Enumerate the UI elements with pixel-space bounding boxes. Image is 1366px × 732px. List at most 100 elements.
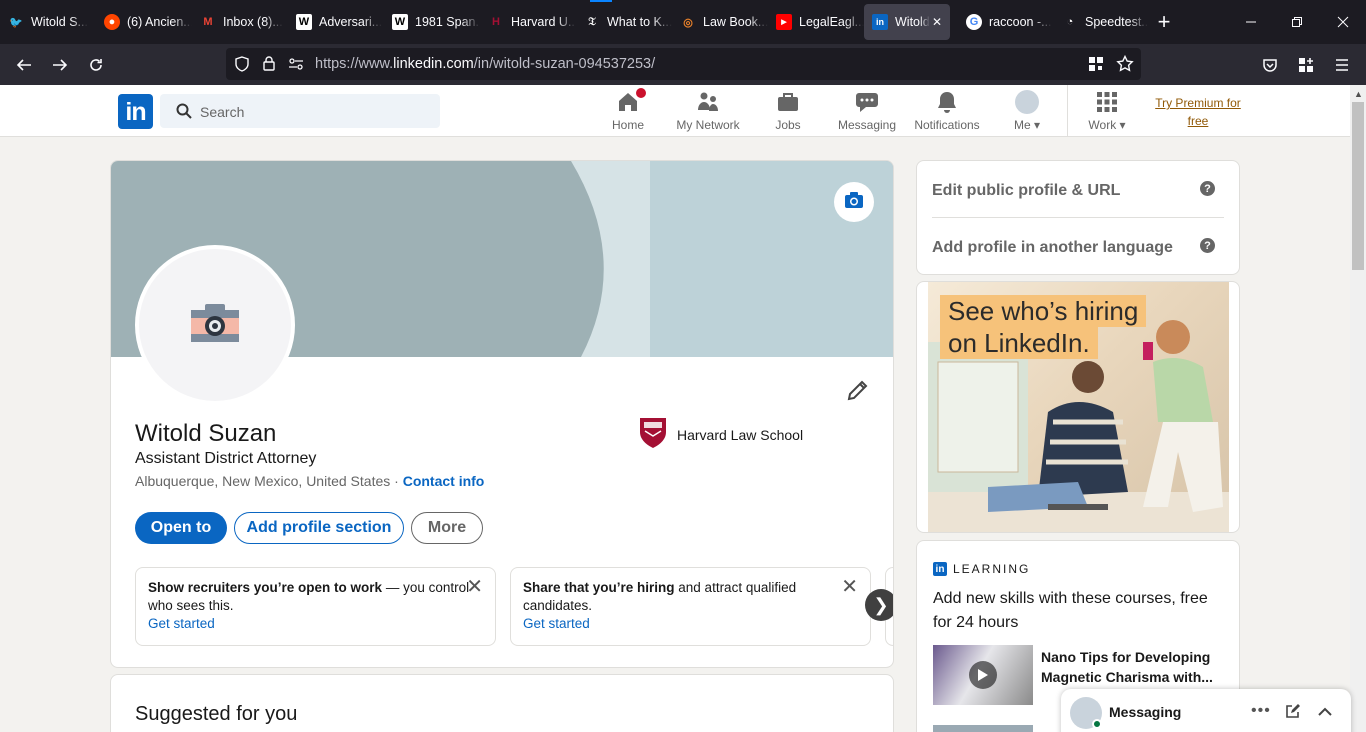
tab-title: Speedtest... — [1085, 15, 1148, 29]
try-premium-link[interactable]: Try Premium for free — [1150, 94, 1246, 130]
google-icon: G — [966, 14, 982, 30]
search-input[interactable]: Search — [160, 94, 440, 128]
search-icon — [176, 103, 192, 124]
back-button[interactable] — [11, 52, 37, 78]
reload-button[interactable] — [83, 52, 109, 78]
speedtest-icon: ◔ — [1066, 16, 1074, 28]
qr-code-icon[interactable] — [1088, 56, 1104, 77]
edit-banner-camera-button[interactable] — [834, 182, 874, 222]
divider — [932, 217, 1224, 218]
nav-notifications[interactable]: Notifications — [912, 90, 982, 132]
compose-icon[interactable] — [1285, 703, 1301, 724]
messaging-widget[interactable]: Messaging ••• — [1061, 689, 1351, 732]
new-tab-button[interactable]: + — [1152, 9, 1176, 34]
close-tab-icon[interactable]: ✕ — [932, 15, 942, 29]
close-icon[interactable]: ✕ — [841, 577, 858, 597]
add-language-profile-link[interactable]: Add profile in another language — [932, 239, 1173, 257]
course-title-link[interactable]: Nano Tips for Developing Magnetic Charis… — [1041, 647, 1221, 687]
more-button[interactable]: More — [411, 512, 483, 544]
harvard-icon: H — [492, 16, 500, 28]
profile-location-line: Albuquerque, New Mexico, United States ·… — [135, 473, 484, 489]
network-icon — [696, 90, 720, 114]
get-started-link[interactable]: Get started — [148, 615, 483, 633]
close-window-button[interactable] — [1320, 0, 1366, 44]
nav-network-label: My Network — [676, 118, 740, 132]
open-to-work-promo: Show recruiters you’re open to work — yo… — [135, 567, 496, 646]
browser-tab[interactable]: Graccoon -... — [966, 0, 1054, 44]
edit-profile-pencil-icon[interactable] — [845, 377, 871, 403]
linkedin-icon: in — [872, 14, 888, 30]
browser-tab[interactable]: ● (6) Ancien... — [104, 0, 192, 44]
course-thumbnail[interactable] — [933, 725, 1033, 732]
browser-tab[interactable]: W Adversari... — [296, 0, 384, 44]
browser-tab[interactable]: M Inbox (8)... — [200, 0, 288, 44]
nav-home-label: Home — [611, 118, 644, 132]
nav-me-label: Me ▾ — [1013, 118, 1041, 132]
pocket-icon[interactable] — [1257, 52, 1283, 78]
course-thumbnail[interactable] — [933, 645, 1033, 705]
extensions-icon[interactable] — [1293, 52, 1319, 78]
add-profile-section-button[interactable]: Add profile section — [234, 512, 404, 544]
menu-icon[interactable] — [1329, 52, 1355, 78]
nav-messaging[interactable]: Messaging — [834, 90, 900, 132]
tab-title: What to K... — [607, 15, 672, 29]
contact-info-link[interactable]: Contact info — [403, 473, 485, 489]
grid-icon — [1095, 90, 1119, 114]
advertisement-card[interactable]: See who’s hiring on LinkedIn. — [916, 281, 1240, 533]
linkedin-logo[interactable]: in — [118, 94, 153, 129]
promo-headline: Share that you’re hiring — [523, 580, 675, 595]
browser-tab[interactable]: 🐦 Witold S... — [8, 0, 96, 44]
chevron-down-icon: ▾ — [1119, 118, 1126, 132]
wikipedia-icon: W — [392, 14, 408, 30]
scrollbar-thumb[interactable] — [1352, 102, 1364, 270]
url-text[interactable]: https://www.linkedin.com/in/witold-suzan… — [315, 56, 655, 72]
separator-dot: · — [390, 473, 403, 489]
avatar — [1015, 90, 1039, 114]
nav-home[interactable]: Home — [611, 86, 648, 132]
minimize-button[interactable] — [1228, 0, 1274, 44]
messaging-label: Messaging — [1109, 704, 1182, 720]
harvard-shield-icon — [639, 417, 667, 452]
help-icon[interactable]: ? — [1200, 238, 1215, 253]
shield-icon[interactable] — [234, 56, 250, 77]
nav-notifications-label: Notifications — [914, 118, 980, 132]
nav-jobs-label: Jobs — [775, 118, 801, 132]
twitter-icon: 🐦 — [9, 16, 23, 29]
tab-title: raccoon -... — [989, 15, 1052, 29]
browser-tab[interactable]: ◎ Law Book... — [680, 0, 768, 44]
restore-button[interactable] — [1274, 0, 1320, 44]
nav-jobs[interactable]: Jobs — [772, 90, 804, 132]
browser-tab[interactable]: 𝔗 What to K... — [584, 0, 672, 44]
browser-tab[interactable]: in Witold ✕ — [864, 4, 950, 40]
close-icon[interactable]: ✕ — [466, 577, 483, 597]
ad-image[interactable]: See who’s hiring on LinkedIn. — [928, 282, 1229, 532]
play-icon — [969, 661, 997, 689]
nytimes-icon: 𝔗 — [588, 15, 596, 28]
carousel-next-button[interactable]: ❯ — [865, 589, 893, 621]
browser-tab[interactable]: H Harvard U... — [488, 0, 576, 44]
bookmark-star-icon[interactable] — [1116, 54, 1134, 78]
tab-title: Inbox (8)... — [223, 15, 283, 29]
permissions-icon[interactable] — [288, 56, 304, 77]
more-options-icon[interactable]: ••• — [1251, 702, 1271, 720]
nav-work[interactable]: Work ▾ — [1084, 90, 1130, 132]
profile-photo-placeholder[interactable] — [135, 245, 295, 405]
get-started-link[interactable]: Get started — [523, 615, 858, 633]
forward-button[interactable] — [47, 52, 73, 78]
url-bar[interactable]: https://www.linkedin.com/in/witold-suzan… — [226, 48, 1141, 80]
open-to-button[interactable]: Open to — [135, 512, 227, 544]
school-name: Harvard Law School — [677, 426, 804, 443]
education-harvard-law[interactable]: Harvard Law School — [639, 417, 803, 452]
browser-tab[interactable]: ▶ LegalEagl... — [776, 0, 864, 44]
browser-tab[interactable]: ◔ Speedtest... — [1062, 0, 1148, 44]
profile-location: Albuquerque, New Mexico, United States — [135, 473, 391, 489]
edit-public-profile-link[interactable]: Edit public profile & URL — [932, 182, 1120, 200]
nav-my-network[interactable]: My Network — [672, 90, 744, 132]
nav-me[interactable]: Me ▾ — [1009, 90, 1045, 132]
browser-tab[interactable]: W 1981 Span... — [392, 0, 480, 44]
chevron-up-icon[interactable] — [1317, 704, 1333, 722]
help-icon[interactable]: ? — [1200, 181, 1215, 196]
linkedin-header: in Search Home My Network Jobs Messaging… — [0, 85, 1350, 137]
scroll-up-arrow[interactable]: ▲ — [1354, 89, 1363, 99]
lock-icon[interactable] — [261, 55, 277, 76]
